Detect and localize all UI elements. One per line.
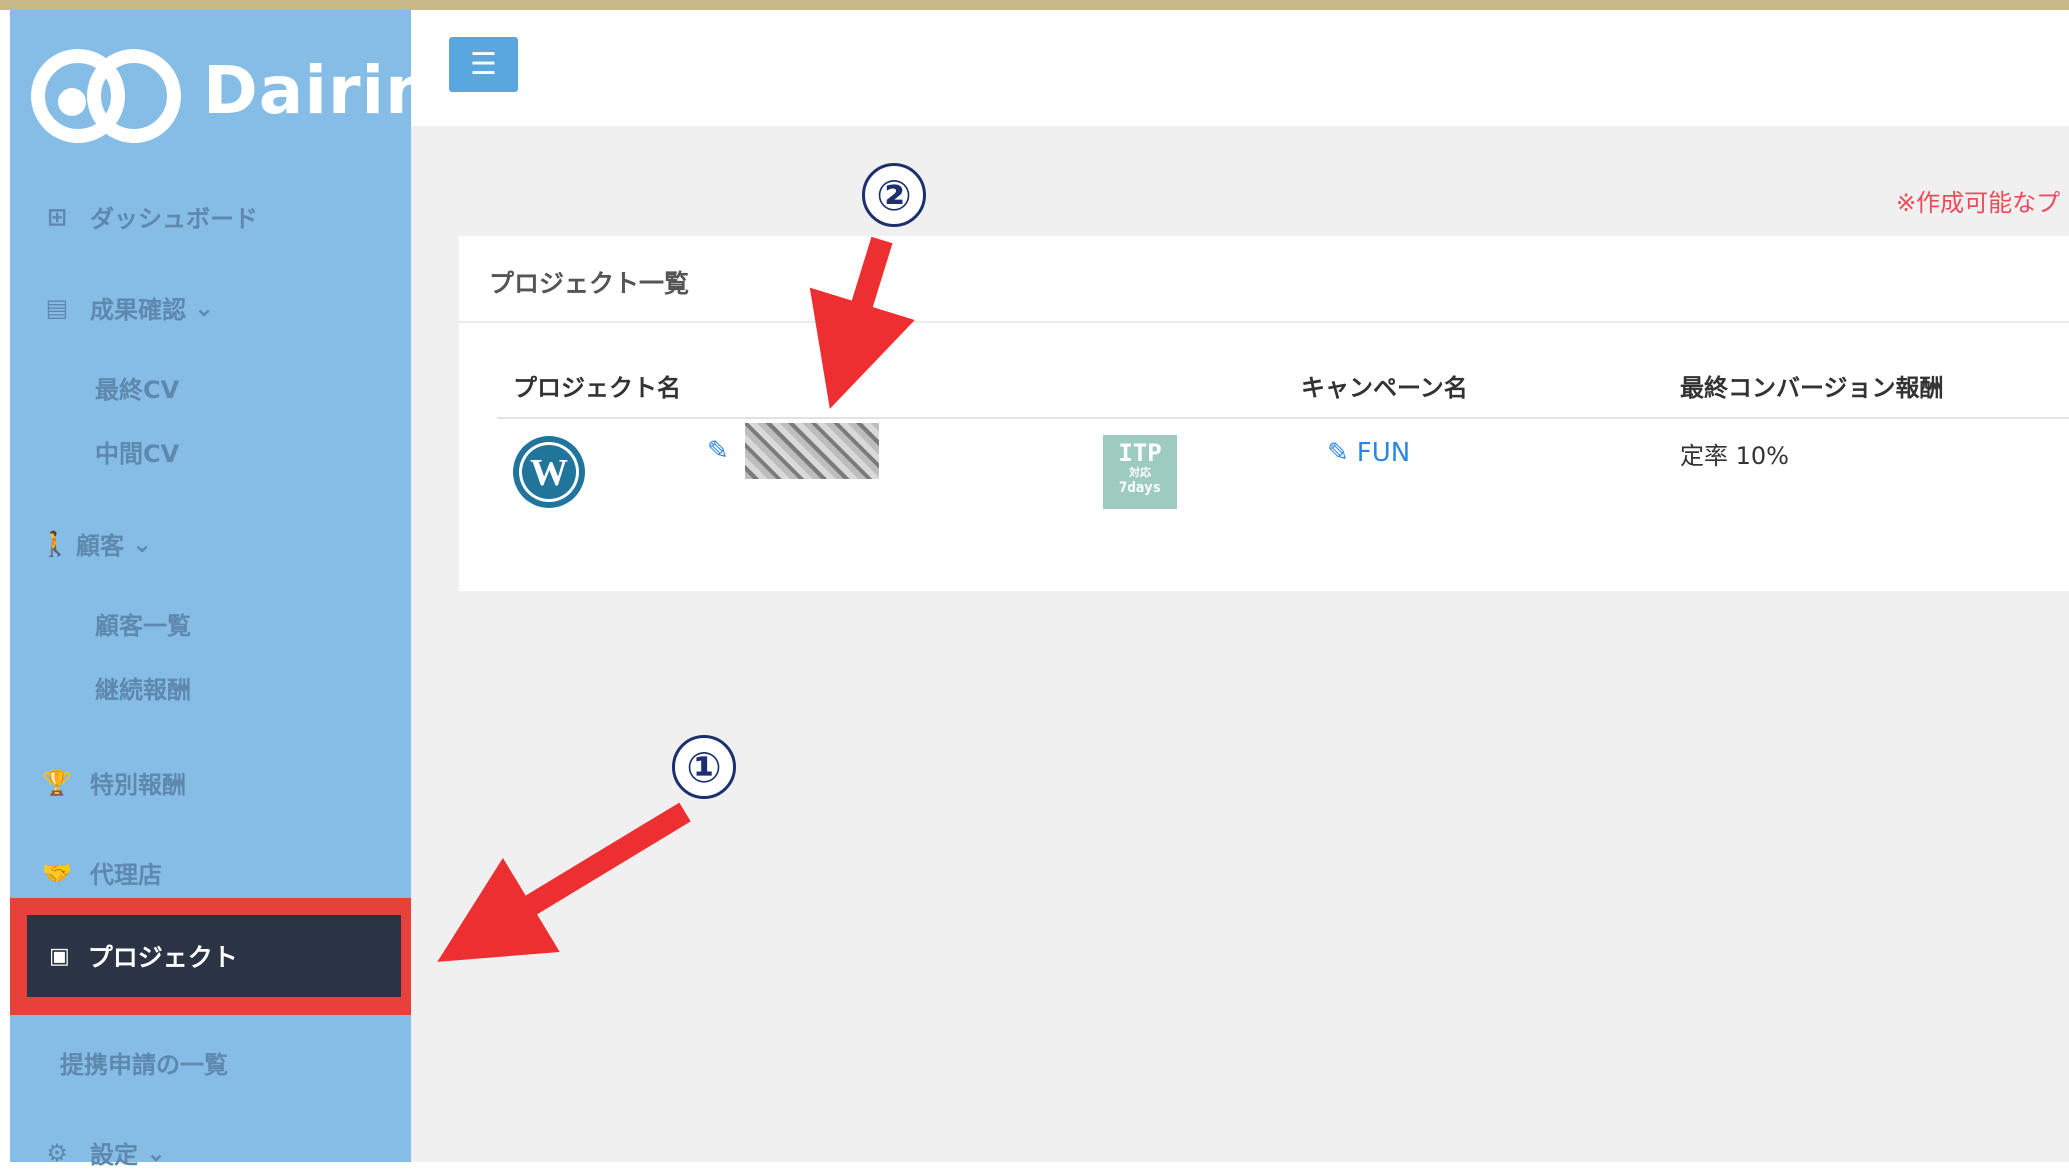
arrow-to-project-menu [437,802,691,962]
annotation-number-2: ② [862,163,926,227]
annotation-number-1: ① [672,735,736,799]
annotation-arrows [437,236,915,962]
arrow-to-project-name [809,236,915,409]
